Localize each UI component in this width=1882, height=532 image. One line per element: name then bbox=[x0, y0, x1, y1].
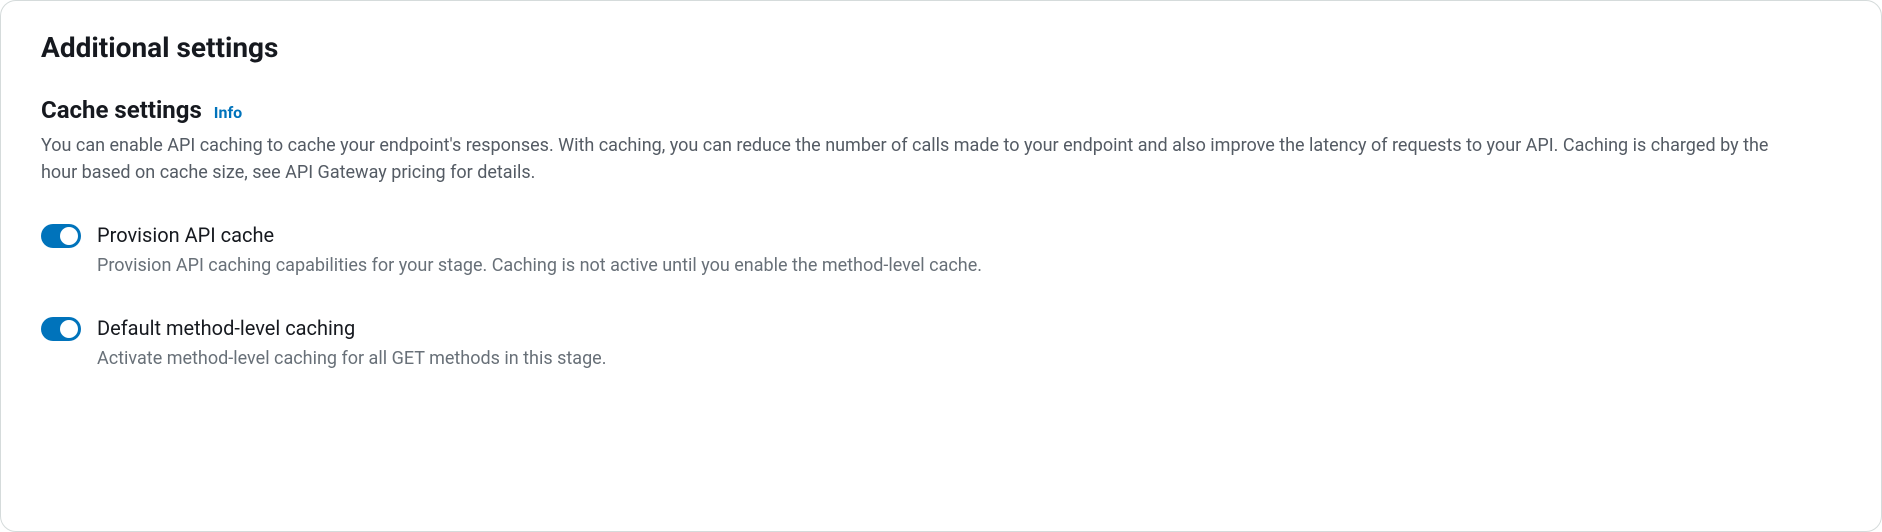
default-method-level-caching-description: Activate method-level caching for all GE… bbox=[97, 345, 606, 372]
provision-api-cache-label: Provision API cache bbox=[97, 222, 982, 248]
additional-settings-panel: Additional settings Cache settings Info … bbox=[0, 0, 1882, 532]
default-method-level-caching-row: Default method-level caching Activate me… bbox=[41, 315, 1841, 372]
provision-api-cache-toggle[interactable] bbox=[41, 224, 81, 248]
provision-api-cache-content: Provision API cache Provision API cachin… bbox=[97, 222, 982, 279]
toggle-knob-icon bbox=[60, 320, 78, 338]
provision-api-cache-description: Provision API caching capabilities for y… bbox=[97, 252, 982, 279]
cache-settings-description: You can enable API caching to cache your… bbox=[41, 132, 1801, 186]
default-method-level-caching-content: Default method-level caching Activate me… bbox=[97, 315, 606, 372]
default-method-level-caching-toggle[interactable] bbox=[41, 317, 81, 341]
toggle-knob-icon bbox=[60, 227, 78, 245]
default-method-level-caching-label: Default method-level caching bbox=[97, 315, 606, 341]
provision-api-cache-row: Provision API cache Provision API cachin… bbox=[41, 222, 1841, 279]
info-link[interactable]: Info bbox=[214, 103, 242, 122]
cache-settings-header: Cache settings Info bbox=[41, 96, 1841, 124]
cache-settings-title: Cache settings bbox=[41, 96, 202, 124]
section-title: Additional settings bbox=[41, 31, 1841, 64]
